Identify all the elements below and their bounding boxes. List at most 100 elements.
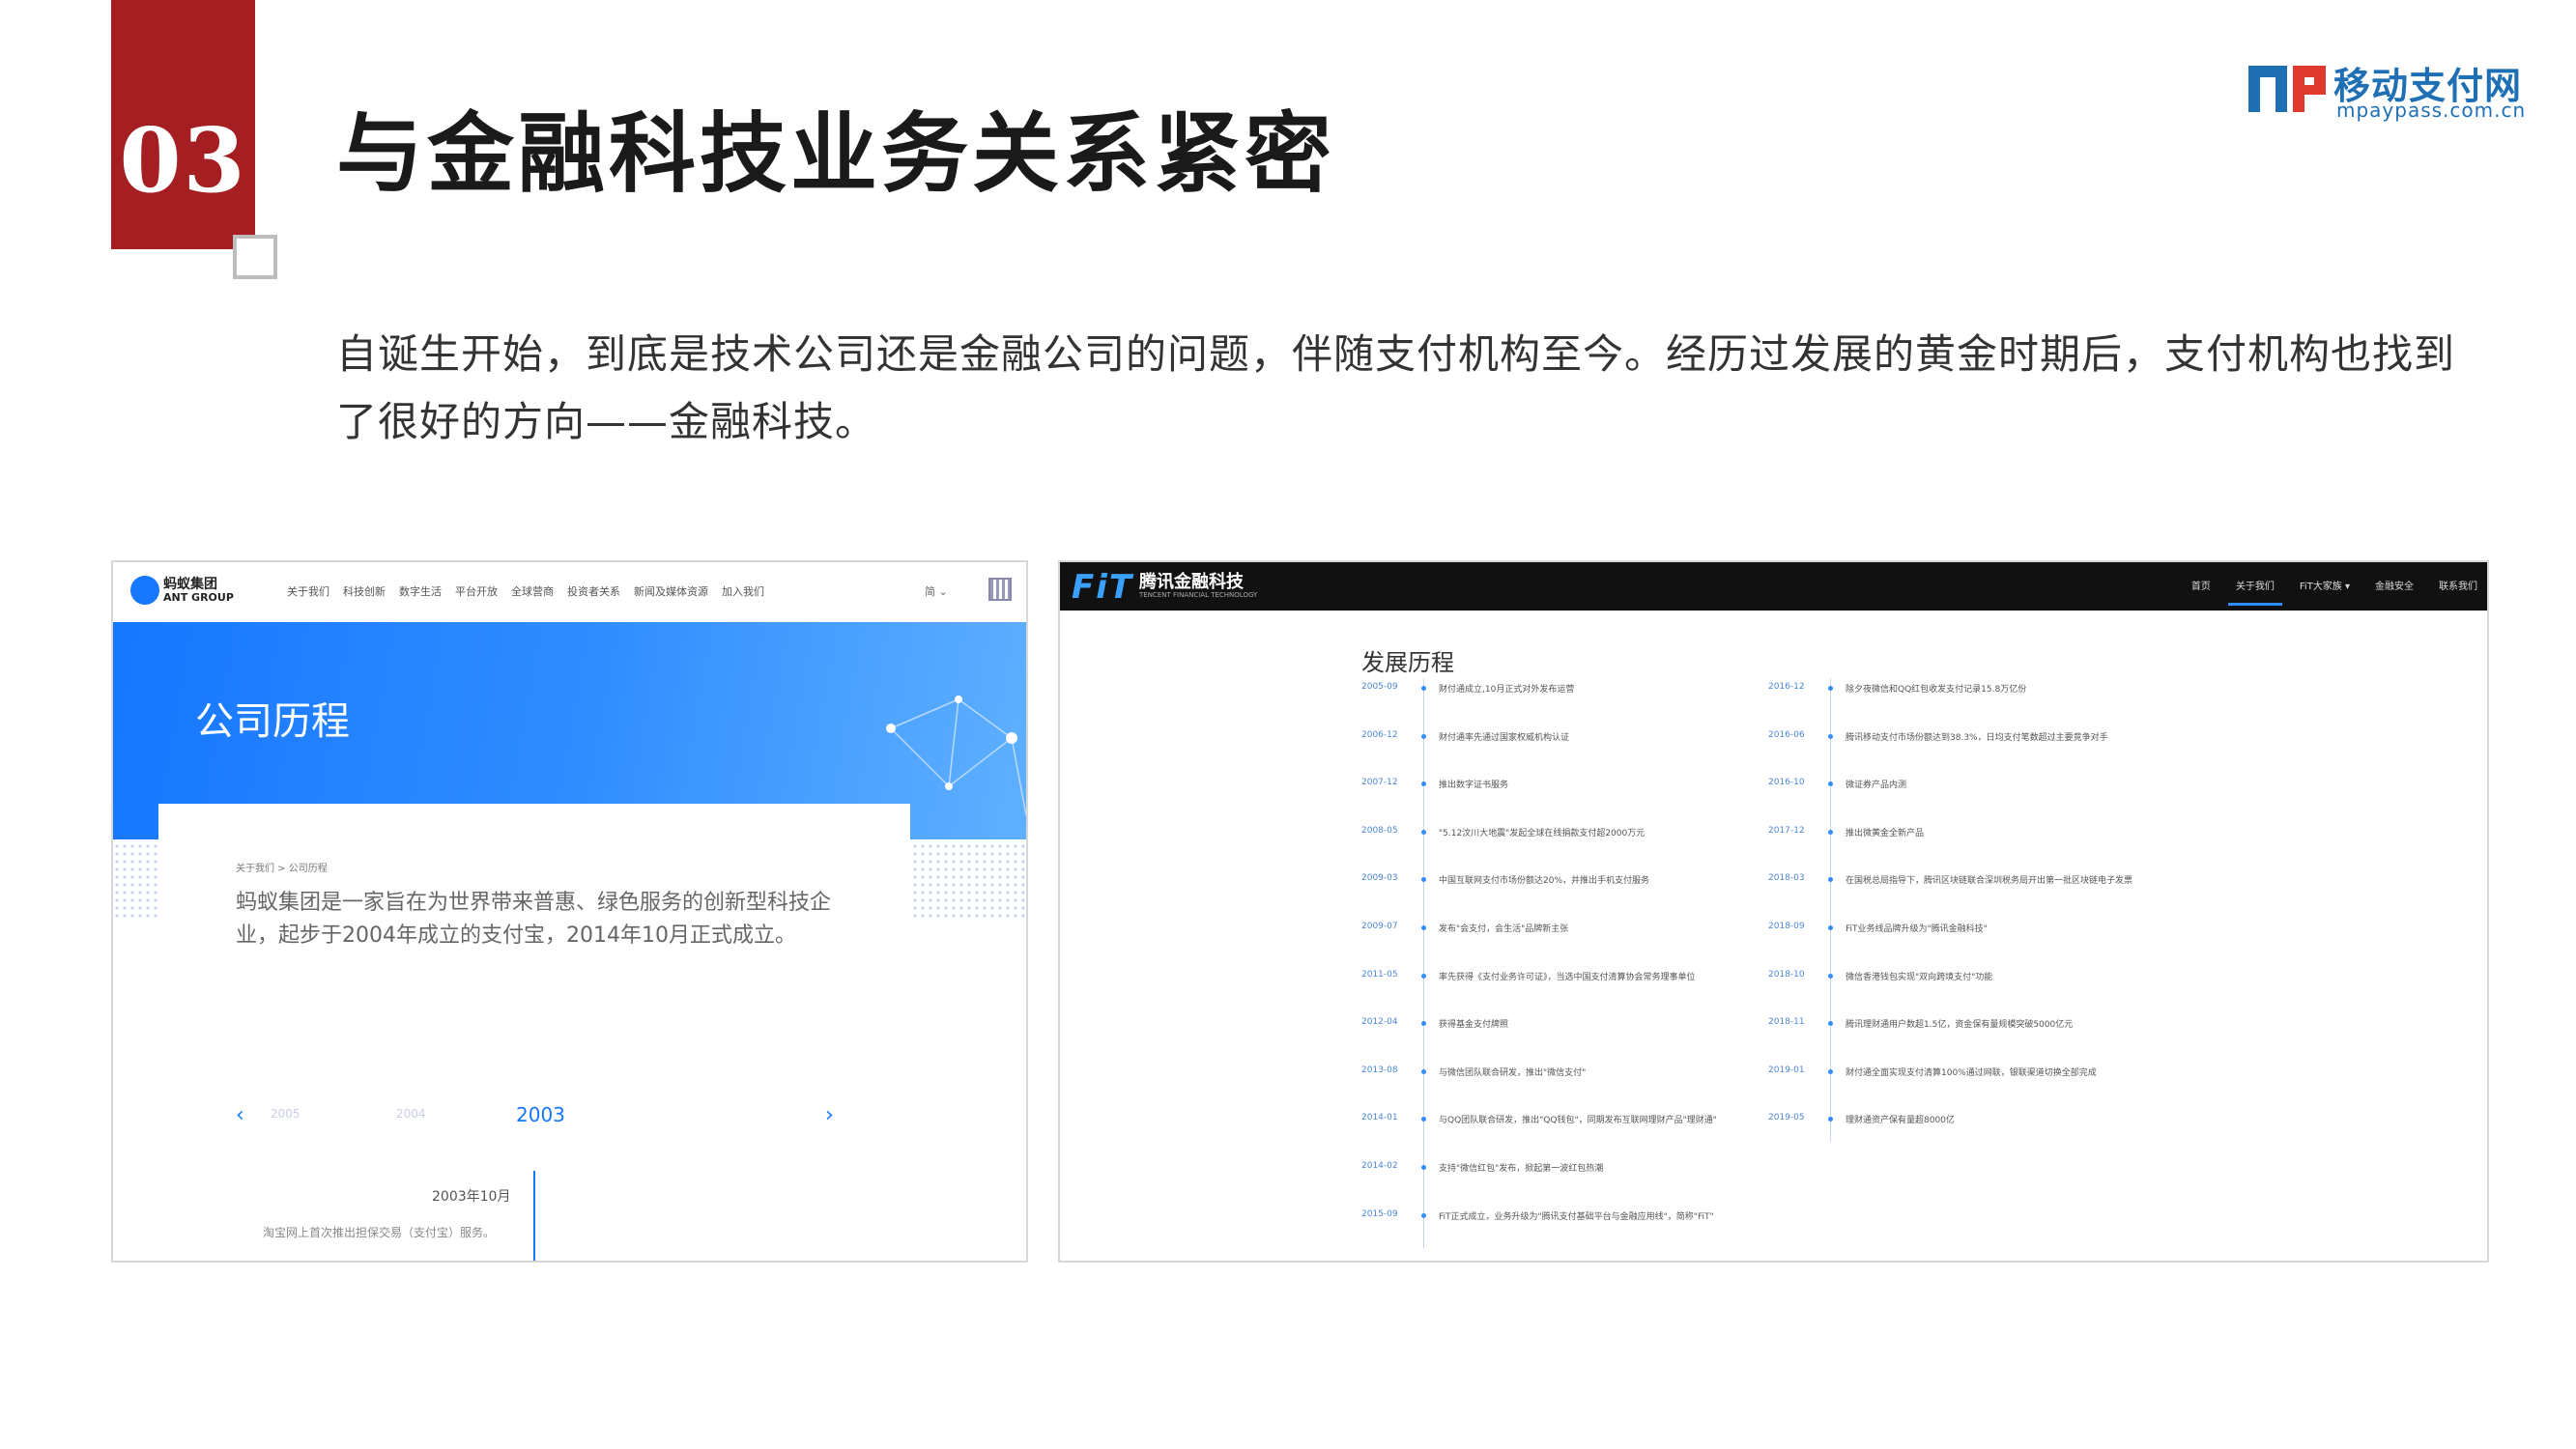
timeline-date: 2011-05 [1361,969,1398,980]
timeline-dot [1421,829,1426,835]
timeline-date: 2007-12 [1361,778,1398,788]
ant-nav-item[interactable]: 全球营商 [511,583,554,599]
timeline-text: 腾讯理财通用户数超1.5亿，资金保有量规模突破5000亿元 [1846,1020,2074,1031]
timeline-date: 2016-12 [1768,682,1805,692]
ant-group-screenshot: 蚂蚁集团 ANT GROUP 关于我们 科技创新 数字生活 平台开放 全球营商 … [111,560,1028,1263]
timeline-text: 财付通率先通过国家权威机构认证 [1439,732,1570,743]
timeline-line [533,1171,535,1261]
timeline-dot [1828,686,1833,691]
timeline-date: 2018-10 [1768,969,1805,980]
timeline-dot [1421,1165,1426,1170]
fit-screenshot: FiT 腾讯金融科技 TENCENT FINANCIAL TECHNOLOGY … [1058,560,2489,1263]
timeline-text: 率先获得《支付业务许可证》，当选中国支付清算协会常务理事单位 [1439,972,1696,982]
timeline-text: 理财通资产保有量超8000亿 [1846,1116,1955,1126]
ant-nav-item[interactable]: 加入我们 [722,583,764,599]
qr-code-icon[interactable] [988,578,1012,601]
timeline-dot [1421,877,1426,883]
timeline-dot [1828,925,1833,930]
timeline-date: 2016-10 [1768,778,1805,788]
chevron-down-icon: ⌄ [938,585,948,598]
timeline-dot [1421,1117,1426,1122]
timeline-dot [1421,1068,1426,1074]
fit-nav-item[interactable]: 金融安全 [2375,578,2414,592]
ant-menu: 关于我们 科技创新 数字生活 平台开放 全球营商 投资者关系 新闻及媒体资源 加… [287,583,764,599]
timeline-date: 2019-05 [1768,1113,1805,1123]
timeline-dot [1421,925,1426,930]
fit-nav-item-active[interactable]: 关于我们 [2227,578,2282,606]
decorative-square [233,235,277,279]
ant-language-select[interactable]: 简 ⌄ [925,583,948,599]
ant-nav-item[interactable]: 新闻及媒体资源 [634,583,708,599]
timeline-date: 2019-01 [1768,1065,1805,1075]
ant-nav-item[interactable]: 科技创新 [343,583,386,599]
timeline-axis [1423,678,1424,1248]
timeline-text: 发布"会支付，会生活"品牌新主张 [1439,924,1569,934]
timeline-dot [1828,733,1833,739]
decorative-dots [113,842,157,920]
timeline-text: 腾讯移动支付市场份额达到38.3%，日均支付笔数超过主要竞争对手 [1846,732,2108,743]
timeline-dot [1828,877,1833,883]
timeline-text: 微证券产品内测 [1846,781,1907,791]
timeline-date: 2006-12 [1361,729,1398,740]
ant-nav-item[interactable]: 平台开放 [455,583,498,599]
timeline-date: 2018-09 [1768,922,1805,931]
fit-menu: 首页 关于我们 FiT大家族 ▾ 金融安全 联系我们 [2191,578,2477,606]
timeline-dot [1421,973,1426,979]
timeline-text: 与QQ团队联合研发，推出"QQ钱包"，同期发布互联网理财产品"理财通" [1439,1116,1717,1126]
ant-nav-item[interactable]: 投资者关系 [567,583,620,599]
ant-nav-item[interactable]: 关于我们 [287,583,329,599]
logo-domain: mpaypass.com.cn [2336,99,2527,122]
timeline-dot [1828,973,1833,979]
timeline-text: 支持"微信红包"发布，掀起第一波红包热潮 [1439,1164,1604,1174]
timeline-text: 财付通成立,10月正式对外发布运营 [1439,685,1575,695]
timeline-text: "5.12汶川大地震"发起全球在线捐款支付超2000万元 [1439,828,1646,838]
timeline-text: 获得基金支付牌照 [1439,1020,1509,1031]
timeline-date: 2012-04 [1361,1017,1398,1028]
timeline-date: 2008-05 [1361,825,1398,836]
fit-navbar: FiT 腾讯金融科技 TENCENT FINANCIAL TECHNOLOGY … [1060,562,2487,611]
timeline-date: 2014-02 [1361,1161,1398,1171]
section-number-block: 03 [111,0,255,249]
fit-nav-item[interactable]: FiT大家族 ▾ [2300,578,2350,592]
timeline-date: 2005-09 [1361,682,1398,692]
timeline-dot [1828,1068,1833,1074]
ant-logo-cn: 蚂蚁集团 [163,577,217,592]
timeline-dot [1828,1021,1833,1027]
timeline-date: 2013-08 [1361,1065,1398,1075]
timeline-text: 微信香港钱包实现"双向跨境支付"功能 [1846,972,1993,982]
timeline-text: FiT正式成立，业务升级为"腾讯支付基础平台与金融应用线"，简称"FiT" [1439,1211,1714,1222]
timeline-date: 2017-12 [1768,825,1805,836]
timeline-dot [1421,733,1426,739]
ant-intro-text: 蚂蚁集团是一家旨在为世界带来普惠、绿色服务的创新型科技企业，起步于2004年成立… [236,891,832,948]
timeline-text: 财付通全面实现支付清算100%通过网联，银联渠道切换全部完成 [1846,1067,2097,1078]
fit-logo-cn: 腾讯金融科技 [1139,572,1244,592]
section-number: 03 [119,108,247,213]
timeline-dot [1421,1212,1426,1218]
year-item[interactable]: 2004 [396,1107,426,1121]
mpaypass-logo: 移动支付网 mpaypass.com.cn [2247,56,2536,124]
fit-nav-item[interactable]: 联系我们 [2439,578,2477,592]
mpaypass-logo-icon [2248,66,2326,112]
timeline-text: 在国税总局指导下，腾讯区块链联合深圳税务局开出第一批区块链电子发票 [1846,876,2133,887]
ant-logo-icon [130,576,159,605]
ant-nav-item[interactable]: 数字生活 [399,583,442,599]
timeline-date: 2009-03 [1361,873,1398,884]
timeline-text: 推出微黄金全新产品 [1846,828,1925,838]
chevron-left-icon[interactable]: ‹ [236,1103,244,1127]
year-item-active[interactable]: 2003 [516,1103,565,1126]
ant-navbar: 蚂蚁集团 ANT GROUP 关于我们 科技创新 数字生活 平台开放 全球营商 … [113,562,1026,622]
year-item[interactable]: 2005 [271,1107,301,1121]
chevron-right-icon[interactable]: › [825,1103,834,1127]
timeline-text: 与微信团队联合研发，推出"微信支付" [1439,1067,1587,1078]
timeline-text: FiT业务线品牌升级为"腾讯金融科技" [1846,924,1988,934]
page-title: 与金融科技业务关系紧密 [336,102,1335,205]
breadcrumb[interactable]: 关于我们 > 公司历程 [236,860,328,874]
fit-heading: 发展历程 [1361,649,1454,676]
fit-logo-en: TENCENT FINANCIAL TECHNOLOGY [1139,591,1258,599]
fit-logo: FiT [1072,568,1134,607]
decorative-dots [911,842,1026,920]
fit-nav-item[interactable]: 首页 [2191,578,2211,592]
ant-logo-en: ANT GROUP [163,591,234,604]
timeline-date: 2015-09 [1361,1208,1398,1219]
timeline-text: 中国互联网支付市场份额达20%，并推出手机支付服务 [1439,876,1650,887]
